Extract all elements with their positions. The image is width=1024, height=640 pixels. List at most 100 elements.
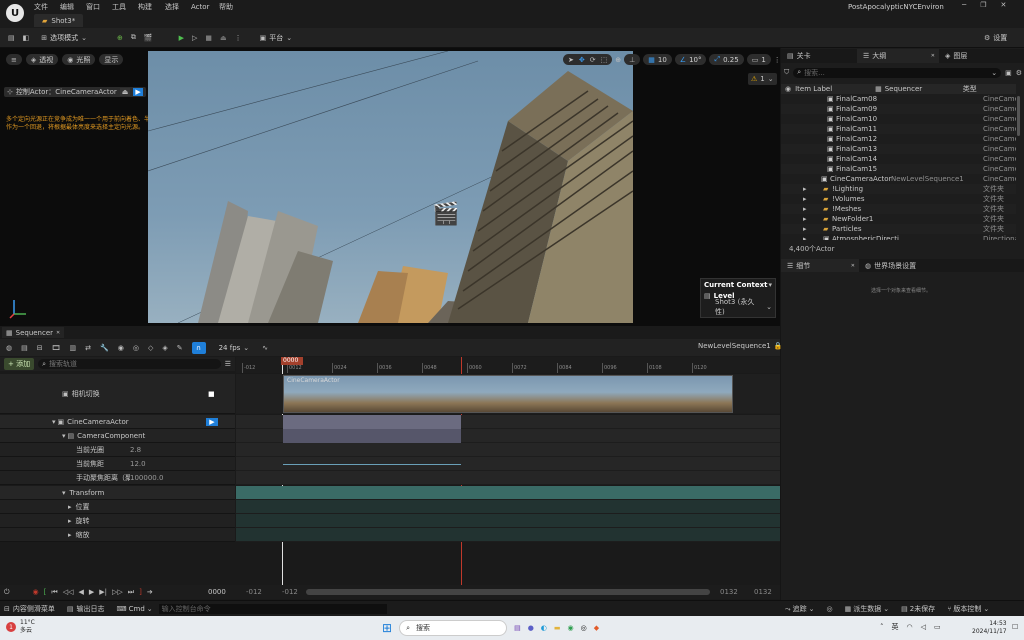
sequence-name[interactable]: NewLevelSequence1 <box>698 342 771 350</box>
outliner-row[interactable]: ▸ ▰ NewFolder1 文件夹 <box>781 214 1016 224</box>
tab-details[interactable]: ☰ 细节 ✕ <box>781 259 859 272</box>
aperture-value[interactable]: 2.8 <box>130 446 141 454</box>
outliner-row[interactable]: ▣ FinalCam13 CineCame <box>781 144 1016 154</box>
render-icon[interactable]: 🎞 <box>52 344 61 352</box>
outliner-row[interactable]: ▣ FinalCam15 CineCame <box>781 164 1016 174</box>
range-in-a[interactable]: -012 <box>246 588 262 596</box>
curve-options-icon[interactable]: ⇄ <box>85 344 91 352</box>
brush-icon[interactable]: ✎ <box>177 344 183 352</box>
range-in-b[interactable]: -012 <box>282 588 298 596</box>
settings-icon[interactable]: ⚙ <box>1016 69 1022 77</box>
save-icon[interactable]: ▤ <box>8 34 15 42</box>
step-forward-icon[interactable]: ▶| <box>99 588 107 596</box>
record-icon[interactable]: ◎ <box>826 605 832 613</box>
task-view-icon[interactable]: ▤ <box>514 624 521 632</box>
outliner-row[interactable]: ▣ FinalCam08 CineCame <box>781 94 1016 104</box>
lane-location[interactable] <box>236 500 780 514</box>
search-tracks-input[interactable]: ⌕ 搜索轨道 <box>38 359 221 369</box>
track-cine-actor[interactable]: ▾ ▣ CineCameraActor ▶ <box>0 415 235 429</box>
minimize-icon[interactable]: ─ <box>962 1 966 9</box>
time-ruler[interactable]: -012 0012 0024 0036 0048 0060 0072 0084 0096 0108… <box>236 357 780 373</box>
outliner-row[interactable]: ▸ ▰ Particles 文件夹 <box>781 224 1016 234</box>
menu-tools[interactable]: 工具 <box>112 2 138 12</box>
curve-editor-icon[interactable]: ∿ <box>262 344 268 352</box>
close-icon[interactable]: ✕ <box>1001 1 1007 9</box>
teams-icon[interactable]: ● <box>528 624 534 632</box>
close-icon[interactable]: ✕ <box>851 263 855 269</box>
outliner-row[interactable]: ▣ FinalCam10 CineCame <box>781 114 1016 124</box>
filter-icon[interactable]: ⛉ <box>784 68 789 77</box>
stop-icon[interactable]: ■ <box>205 34 212 42</box>
component-section[interactable] <box>283 429 461 443</box>
autokey-icon[interactable]: ◈ <box>162 344 167 352</box>
rotate-icon[interactable]: ⟳ <box>590 56 596 64</box>
power-icon[interactable]: ⏻ <box>4 588 10 597</box>
camera-speed-button[interactable]: ▭ 1 <box>746 54 771 65</box>
grid-snap-button[interactable]: ▦ 10 <box>643 54 672 65</box>
menu-window[interactable]: 窗口 <box>86 2 112 12</box>
track-transform[interactable]: ▾ Transform <box>0 486 235 500</box>
settings-button[interactable]: ⚙ 设置 <box>980 32 1011 44</box>
close-icon[interactable]: ✕ <box>56 330 60 336</box>
menu-select[interactable]: 选择 <box>165 2 191 12</box>
add-folder-icon[interactable]: ▣ <box>1005 69 1012 77</box>
lane-transform[interactable] <box>236 486 780 500</box>
col-sequencer[interactable]: Sequencer <box>885 85 963 93</box>
tab-layers[interactable]: ◈ 图层 <box>939 49 1015 63</box>
camera-icon[interactable]: ■ <box>208 390 215 398</box>
add-track-button[interactable]: + 添加 <box>4 358 35 370</box>
tab-levels[interactable]: ▤ 关卡 <box>781 49 857 63</box>
scale-icon[interactable]: ⬚ <box>601 56 608 64</box>
maximize-icon[interactable]: ⋮ <box>774 56 781 64</box>
track-focal-length[interactable]: 当前焦距 12.0 <box>0 457 235 471</box>
expand-icon[interactable]: ▸ <box>803 205 807 213</box>
menu-help[interactable]: 帮助 <box>219 2 245 12</box>
expand-icon[interactable]: ▸ <box>68 517 72 525</box>
track-rotation[interactable]: ▸ 旋转 <box>0 514 235 528</box>
col-type[interactable]: 类型 <box>963 84 977 94</box>
warning-badge[interactable]: ⚠ 1 ⌄ <box>748 73 777 85</box>
battery-icon[interactable]: ▭ <box>934 623 941 631</box>
current-frame[interactable]: 0000 <box>208 588 226 596</box>
output-log-button[interactable]: ▤ 输出日志 <box>67 604 105 614</box>
focal-value[interactable]: 12.0 <box>130 460 146 468</box>
track-location[interactable]: ▸ 位置 <box>0 500 235 514</box>
lighting-button[interactable]: ◉ 光照 <box>62 54 96 65</box>
world-icon[interactable]: ⊕ <box>615 56 621 64</box>
outliner-row[interactable]: ▣ FinalCam11 CineCame <box>781 124 1016 134</box>
input-language[interactable]: 英 <box>892 622 899 632</box>
browse-icon[interactable]: ⊟ <box>37 344 43 352</box>
camera-cut-clip[interactable]: CineCameraActor <box>283 375 733 413</box>
step-back-icon[interactable]: ◀ <box>78 588 83 596</box>
menu-file[interactable]: 文件 <box>34 2 60 12</box>
focus-value[interactable]: 100000.0 <box>130 474 163 482</box>
expand-icon[interactable]: ▸ <box>68 503 72 511</box>
menu-edit[interactable]: 编辑 <box>60 2 86 12</box>
outliner-row[interactable]: ▸ ▰ !Volumes 文件夹 <box>781 194 1016 204</box>
volume-icon[interactable]: ◁ <box>921 623 926 631</box>
tab-world-settings[interactable]: ◍ 世界场景设置 <box>859 259 916 272</box>
chrome-icon[interactable]: ◉ <box>568 624 574 632</box>
expand-icon[interactable]: ▾ <box>52 418 56 426</box>
taskbar-search[interactable]: ⌕ 搜索 <box>399 620 508 636</box>
windows-start-icon[interactable]: ⊞ <box>382 621 392 635</box>
play-icon[interactable]: ▶ <box>179 34 184 42</box>
expand-icon[interactable]: ▸ <box>803 195 807 203</box>
range-out-a[interactable]: 0132 <box>720 588 738 596</box>
edge-icon[interactable]: ◐ <box>541 624 547 632</box>
chevron-down-icon[interactable]: ▾ <box>768 281 772 289</box>
record-icon[interactable]: ◉ <box>33 588 39 596</box>
cinematics-icon[interactable]: 🎬 <box>144 34 153 42</box>
outliner-row[interactable]: ▸ ▰ !Meshes 文件夹 <box>781 204 1016 214</box>
lane-scale[interactable] <box>236 528 780 542</box>
next-key-icon[interactable]: ▷▷ <box>112 588 123 596</box>
lane-focus[interactable] <box>236 471 780 485</box>
close-icon[interactable]: ✕ <box>931 53 935 59</box>
outliner-row[interactable]: ▣ FinalCam14 CineCame <box>781 154 1016 164</box>
fps-select[interactable]: 24 fps ⌄ <box>215 342 254 354</box>
outliner-row[interactable]: ▣ FinalCam09 CineCame <box>781 104 1016 114</box>
expand-icon[interactable]: ▸ <box>803 215 807 223</box>
unsaved-button[interactable]: ▤ 2未保存 <box>901 604 935 614</box>
skip-back-icon[interactable]: ⏮ <box>51 588 57 597</box>
expand-icon[interactable]: ▾ <box>62 432 66 440</box>
